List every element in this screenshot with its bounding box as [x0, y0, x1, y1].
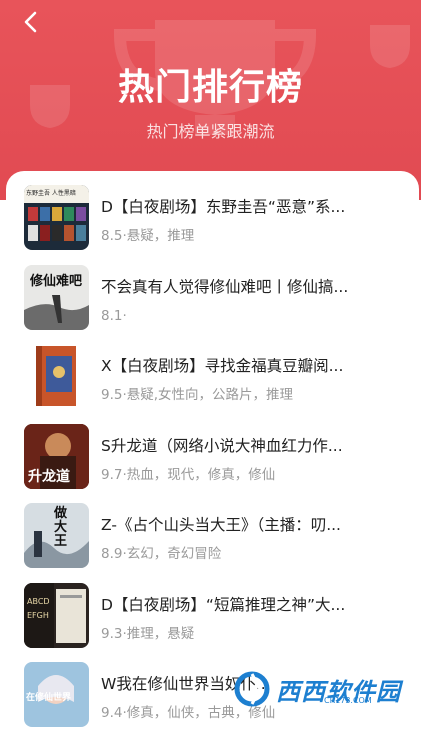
book-title: S升龙道（网络小说大神血红力作... [101, 436, 343, 455]
book-cover: 在修仙世界 [24, 662, 89, 727]
book-meta: 9.5·悬疑,女性向，公路片，推理 [101, 387, 294, 403]
cover-caption: 修仙难吧 [30, 273, 83, 289]
list-item[interactable]: 东野圭吾 人性黑暗 D【白夜剧场】东野圭吾“恶意”系... 8.5·悬疑，推理 [6, 185, 419, 265]
book-cover [24, 344, 89, 409]
ranking-list-card: 东野圭吾 人性黑暗 D【白夜剧场】东野圭吾“恶意”系... 8.5·悬疑，推理 … [6, 171, 419, 731]
list-item[interactable]: X【白夜剧场】寻找金福真豆瓣阅... 9.5·悬疑,女性向，公路片，推理 [6, 344, 419, 424]
cover-caption: 东野圭吾 人性黑暗 [26, 190, 76, 197]
site-watermark: 西西软件园 CR173.COM [232, 666, 418, 712]
book-title: Z-《占个山头当大王》（主播：叨... [101, 516, 341, 534]
list-item[interactable]: 修仙难吧 不会真有人觉得修仙难吧丨修仙搞... 8.1· [6, 264, 419, 345]
book-meta: 9.7·热血，现代，修真，修仙 [101, 466, 276, 483]
page-subtitle: 热门榜单紧跟潮流 [146, 122, 275, 141]
book-meta: 8.1· [101, 307, 127, 324]
watermark-subtext: CR173.COM [324, 696, 372, 705]
watermark-logo-icon [234, 671, 270, 707]
list-item[interactable]: 做大王 Z-《占个山头当大王》（主播：叨... 8.9·玄幻，奇幻冒险 [6, 503, 419, 583]
book-cover: ABCD EFGH [24, 582, 89, 648]
cover-art-icon [36, 346, 76, 406]
book-meta: 9.3·推理，悬疑 [101, 625, 195, 642]
cover-caption: 在修仙世界 [26, 693, 72, 703]
book-meta: 8.5·悬疑，推理 [101, 228, 195, 244]
book-meta: 8.9·玄幻，奇幻冒险 [101, 546, 222, 562]
book-title: D【白夜剧场】东野圭吾“恶意”系... [101, 198, 346, 216]
book-title: 不会真有人觉得修仙难吧丨修仙搞... [101, 277, 349, 296]
book-cover: 升龙道 [24, 423, 89, 489]
chevron-left-icon [24, 11, 37, 33]
ranking-list: 东野圭吾 人性黑暗 D【白夜剧场】东野圭吾“恶意”系... 8.5·悬疑，推理 … [6, 185, 419, 742]
book-cover: 做大王 [24, 503, 89, 568]
list-item[interactable]: 升龙道 S升龙道（网络小说大神血红力作... 9.7·热血，现代，修真，修仙 [6, 423, 419, 504]
list-item[interactable]: ABCD EFGH D【白夜剧场】“短篇推理之神”大... 9.3·推理，悬疑 [6, 582, 419, 663]
page-title: 热门排行榜 [117, 67, 303, 108]
book-cover: 东野圭吾 人性黑暗 [24, 185, 89, 250]
book-title: D【白夜剧场】“短篇推理之神”大... [101, 595, 346, 614]
book-title: X【白夜剧场】寻找金福真豆瓣阅... [101, 357, 344, 375]
back-button[interactable] [14, 6, 46, 38]
cover-caption: 升龙道 [28, 468, 70, 485]
ranking-header: 热门排行榜 热门榜单紧跟潮流 [0, 0, 421, 200]
book-cover: 修仙难吧 [24, 264, 89, 330]
cover-caption: ABCD EFGH [27, 596, 50, 620]
cover-caption: 做大王 [54, 506, 68, 549]
